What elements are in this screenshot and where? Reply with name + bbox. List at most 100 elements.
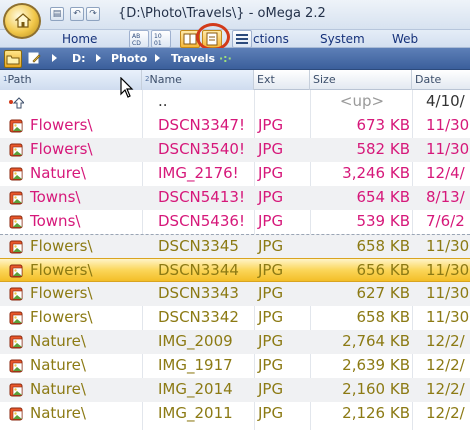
- row-size: 2,126 KB: [342, 404, 410, 422]
- row-path: Towns\: [30, 188, 81, 206]
- row-date: 11/30: [426, 116, 470, 134]
- table-row[interactable]: Flowers\ DSCN3342 JPG 658 KB 11/30: [0, 306, 470, 330]
- highlight-circle: [196, 23, 230, 51]
- table-row[interactable]: Towns\ DSCN5436! JPG 539 KB 7/6/2: [0, 210, 470, 234]
- image-file-icon: [9, 383, 23, 397]
- tab-actions[interactable]: ctions: [253, 32, 289, 46]
- image-file-icon: [9, 407, 23, 421]
- tab-web[interactable]: Web: [392, 32, 418, 46]
- row-size: 539 KB: [356, 212, 410, 230]
- tab-system[interactable]: System: [320, 32, 365, 46]
- row-size: 2,764 KB: [342, 332, 410, 350]
- redo-icon[interactable]: ↷: [86, 7, 100, 21]
- app-menu-button[interactable]: [3, 3, 41, 39]
- folder-tree-button[interactable]: [4, 50, 22, 68]
- breadcrumb-subfolders[interactable]: ·:·: [219, 52, 232, 65]
- sort-alpha-icon: ABCD: [132, 33, 141, 47]
- row-date: 11/30: [426, 140, 470, 158]
- pencil-icon: [28, 52, 41, 64]
- row-name: DSCN3343: [158, 284, 239, 302]
- window-title: {D:\Photo\Travels\} - oMega 2.2: [118, 6, 326, 21]
- row-size: 656 KB: [356, 261, 410, 279]
- row-path: Flowers\: [30, 308, 93, 326]
- row-path: Nature\: [30, 332, 86, 350]
- row-date: 11/30: [426, 237, 470, 255]
- details-view-button[interactable]: [232, 30, 252, 48]
- row-size: 2,160 KB: [342, 380, 410, 398]
- row-name: DSCN3347!: [158, 116, 245, 134]
- row-ext: JPG: [258, 332, 284, 350]
- row-date: 8/13/: [426, 188, 465, 206]
- row-size: 582 KB: [356, 140, 410, 158]
- row-ext: JPG: [258, 356, 284, 374]
- table-row[interactable]: Nature\ IMG_1917 JPG 2,639 KB 12/2/: [0, 354, 470, 378]
- edit-path-button[interactable]: [26, 50, 44, 68]
- table-row[interactable]: Flowers\ DSCN3347! JPG 673 KB 11/30: [0, 114, 470, 138]
- row-size: 3,246 KB: [342, 164, 410, 182]
- row-name: DSCN5436!: [158, 212, 245, 230]
- row-path: Flowers\: [30, 261, 93, 279]
- row-path: Flowers\: [30, 237, 93, 255]
- image-file-icon: [9, 287, 23, 301]
- up-folder-name: ..: [158, 92, 168, 110]
- column-header-ext[interactable]: Ext: [254, 70, 310, 90]
- row-size: 627 KB: [356, 284, 410, 302]
- row-date: 12/2/: [426, 380, 465, 398]
- column-header-name[interactable]: 2Name: [142, 70, 254, 90]
- up-folder-size: <up>: [339, 92, 385, 110]
- svg-text:CD: CD: [132, 40, 141, 47]
- svg-text:01: 01: [154, 40, 162, 47]
- up-folder-icon: [9, 97, 24, 109]
- row-path: Nature\: [30, 356, 86, 374]
- title-bar: ▤ ↶ ↷ {D:\Photo\Travels\} - oMega 2.2: [0, 0, 470, 30]
- image-file-icon: [9, 264, 23, 278]
- sort-alpha-button[interactable]: AB CD: [129, 30, 149, 48]
- image-file-icon: [9, 359, 23, 373]
- column-header-date[interactable]: Date: [412, 70, 470, 90]
- table-row[interactable]: Flowers\ DSCN3345 JPG 658 KB 11/30: [0, 234, 470, 258]
- folder-tree-icon: [6, 55, 20, 65]
- up-folder-row[interactable]: .. <up> 4/10/: [0, 90, 470, 114]
- table-row[interactable]: Nature\ IMG_2011 JPG 2,126 KB 12/2/: [0, 402, 470, 426]
- row-size: 2,639 KB: [342, 356, 410, 374]
- sort-numeric-button[interactable]: 10 01: [151, 30, 171, 48]
- home-icon: [15, 13, 31, 28]
- quick-access-menu-icon[interactable]: ▤: [50, 7, 64, 21]
- row-ext: JPG: [258, 284, 284, 302]
- svg-text:10: 10: [154, 33, 162, 40]
- row-path: Nature\: [30, 404, 86, 422]
- chevron-right-icon: [96, 54, 101, 62]
- row-path: Nature\: [30, 380, 86, 398]
- breadcrumb-drive[interactable]: D:: [72, 52, 86, 65]
- breadcrumb: D: Photo Travels ·:·: [0, 48, 470, 70]
- row-name: DSCN3345: [158, 237, 239, 255]
- row-ext: JPG: [258, 261, 284, 279]
- table-row[interactable]: Towns\ DSCN5413! JPG 654 KB 8/13/: [0, 186, 470, 210]
- table-row[interactable]: Nature\ IMG_2176! JPG 3,246 KB 12/4/: [0, 162, 470, 186]
- column-header-name-label: Name: [149, 73, 182, 86]
- row-path: Towns\: [30, 212, 81, 230]
- image-file-icon: [9, 119, 23, 133]
- tab-home[interactable]: Home: [62, 32, 97, 46]
- table-row[interactable]: Flowers\ DSCN3540! JPG 582 KB 11/30: [0, 138, 470, 162]
- table-row[interactable]: Flowers\ DSCN3343 JPG 627 KB 11/30: [0, 282, 470, 306]
- row-path: Flowers\: [30, 116, 93, 134]
- image-file-icon: [9, 215, 23, 229]
- row-date: 11/30: [426, 261, 470, 279]
- row-date: 12/2/: [426, 356, 465, 374]
- chevron-right-icon: [155, 54, 160, 62]
- breadcrumb-photo[interactable]: Photo: [111, 52, 147, 65]
- undo-icon[interactable]: ↶: [70, 7, 84, 21]
- row-path: Flowers\: [30, 284, 93, 302]
- row-ext: JPG: [258, 188, 284, 206]
- table-row[interactable]: Nature\ IMG_2014 JPG 2,160 KB 12/2/: [0, 378, 470, 402]
- column-header-size[interactable]: Size: [310, 70, 412, 90]
- table-row-selected[interactable]: Flowers\ DSCN3344 JPG 656 KB 11/30: [0, 258, 470, 282]
- row-name: IMG_2014: [158, 380, 233, 398]
- row-ext: JPG: [258, 404, 284, 422]
- breadcrumb-travels[interactable]: Travels: [171, 52, 215, 65]
- table-row[interactable]: Nature\ IMG_2009 JPG 2,764 KB 12/2/: [0, 330, 470, 354]
- row-size: 658 KB: [356, 237, 410, 255]
- row-ext: JPG: [258, 380, 284, 398]
- row-date: 12/2/: [426, 404, 465, 422]
